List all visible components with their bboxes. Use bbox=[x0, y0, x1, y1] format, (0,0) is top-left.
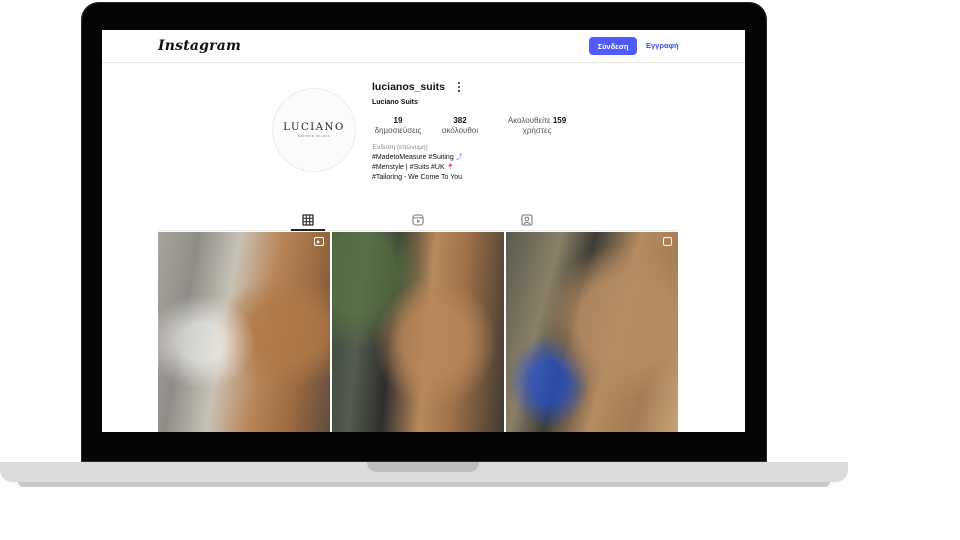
following-prefix: Ακολουθείτε bbox=[507, 116, 551, 125]
bio-line: #Menstyle | #Suits #UK bbox=[372, 163, 445, 171]
tab-reels[interactable] bbox=[411, 213, 425, 227]
instagram-logo[interactable]: Instagram bbox=[158, 38, 241, 54]
multi-post-badge-icon bbox=[663, 237, 672, 246]
profile-bio: #MadetoMeasure #Suiting ⤴ #Menstyle | #S… bbox=[372, 153, 463, 183]
laptop-notch bbox=[367, 462, 479, 472]
login-button[interactable]: Σύνδεση bbox=[589, 37, 637, 55]
stat-posts: 19 δημοσιεύσεις bbox=[370, 116, 426, 136]
profile-full-name: Luciano Suits bbox=[372, 99, 418, 106]
pin-emoji-icon: 📍 bbox=[446, 164, 455, 171]
tabs-divider bbox=[158, 230, 678, 231]
tab-posts[interactable] bbox=[301, 213, 315, 227]
laptop-foot bbox=[18, 482, 830, 487]
post-thumbnail[interactable] bbox=[158, 232, 330, 432]
followers-count: 382 bbox=[453, 116, 467, 125]
following-count: 159 bbox=[552, 116, 567, 125]
following-label: χρήστες bbox=[522, 126, 552, 135]
active-tab-indicator bbox=[291, 229, 325, 231]
profile-category: Ένδυση (επώνυμη) bbox=[372, 144, 428, 151]
bio-line: #Tailoring - We Come To You bbox=[372, 174, 463, 182]
posts-label: δημοσιεύσεις bbox=[374, 126, 422, 135]
posts-count: 19 bbox=[393, 116, 403, 125]
profile-avatar[interactable]: LUCIANO BESPOKE TAILORS bbox=[272, 88, 356, 172]
reels-icon bbox=[412, 214, 424, 226]
post-thumbnail[interactable] bbox=[332, 232, 504, 432]
post-thumbnail[interactable] bbox=[506, 232, 678, 432]
stat-following[interactable]: Ακολουθείτε 159 χρήστες bbox=[502, 116, 572, 136]
grid-icon bbox=[302, 214, 314, 226]
avatar-logo-subtext: BESPOKE TAILORS bbox=[297, 135, 331, 138]
laptop-screen: Instagram Σύνδεση Εγγραφή LUCIANO BESPOK… bbox=[102, 30, 745, 432]
bio-line: #MadetoMeasure #Suiting bbox=[372, 154, 454, 161]
profile-username: lucianos_suits bbox=[372, 81, 445, 93]
stat-followers[interactable]: 382 ακόλουθοι bbox=[435, 116, 485, 136]
signup-link[interactable]: Εγγραφή bbox=[646, 41, 679, 50]
reel-badge-icon bbox=[314, 237, 324, 246]
instagram-header: Instagram Σύνδεση Εγγραφή bbox=[102, 30, 745, 63]
more-options-icon[interactable] bbox=[457, 82, 461, 92]
wave-emoji-icon: ⤴ bbox=[455, 154, 463, 161]
followers-label: ακόλουθοι bbox=[441, 126, 479, 135]
tab-tagged[interactable] bbox=[520, 213, 534, 227]
avatar-logo-text: LUCIANO bbox=[283, 122, 345, 133]
tagged-icon bbox=[521, 214, 533, 226]
